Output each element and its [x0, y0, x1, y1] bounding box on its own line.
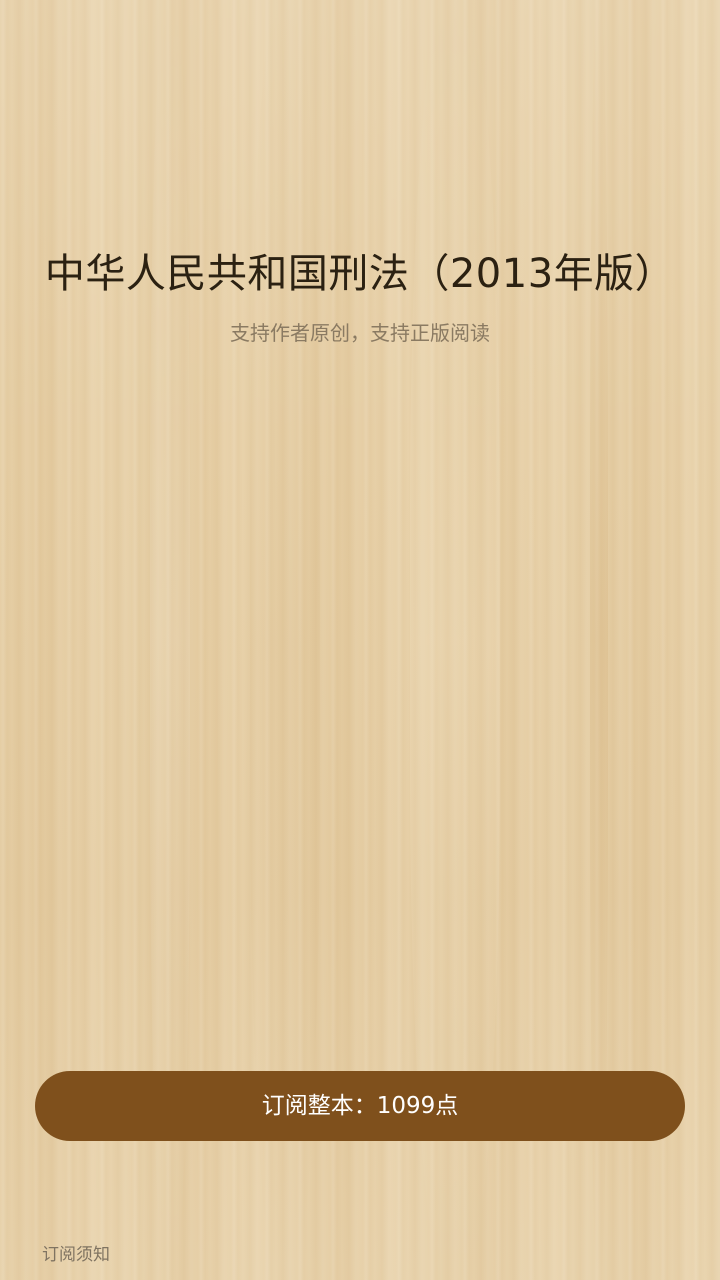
subscribe-whole-book-button[interactable]: 订阅整本：1099点: [35, 1071, 685, 1141]
book-subtitle: 支持作者原创，支持正版阅读: [230, 321, 490, 345]
book-subscription-page: 中华人民共和国刑法（2013年版） 支持作者原创，支持正版阅读 订阅整本：109…: [0, 0, 720, 1280]
subscription-notice-link[interactable]: 订阅须知: [42, 1243, 110, 1267]
book-title: 中华人民共和国刑法（2013年版）: [44, 251, 676, 297]
